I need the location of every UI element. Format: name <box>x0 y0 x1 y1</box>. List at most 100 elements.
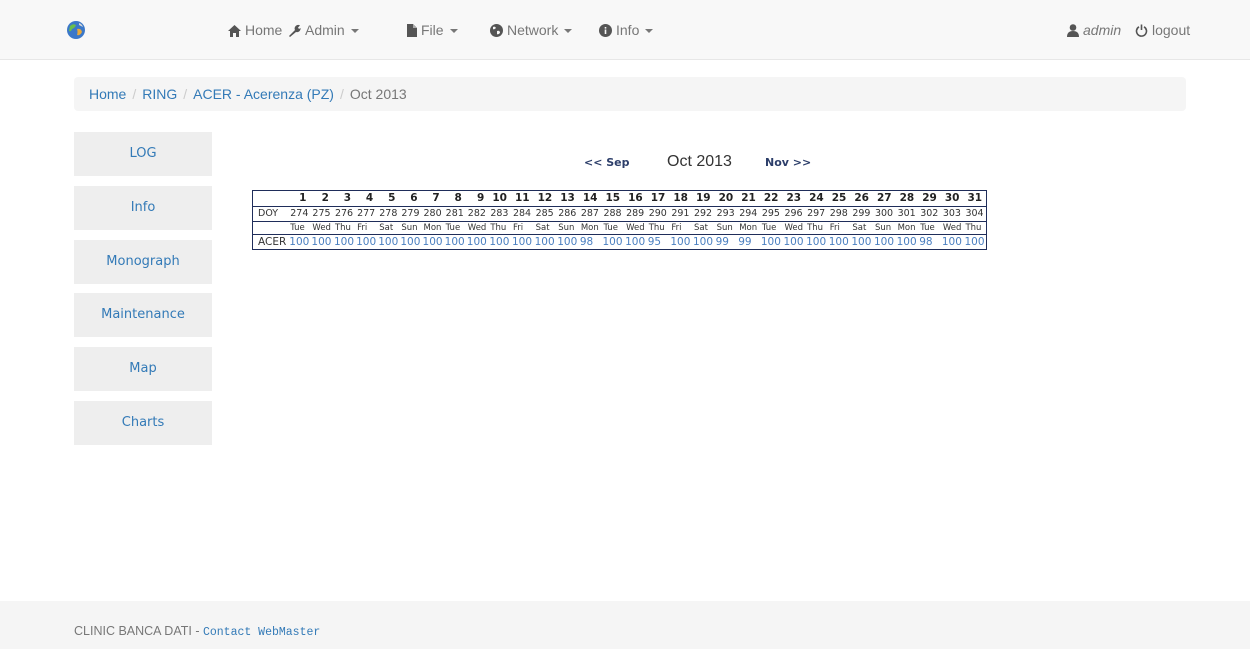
breadcrumb: Home / RING / ACER - Acerenza (PZ) / Oct 2013 <box>74 77 1186 111</box>
availability-cell[interactable]: 100 <box>850 234 873 250</box>
weekday-cell: Sat <box>850 221 873 235</box>
availability-cell[interactable]: 99 <box>714 234 738 250</box>
doy-cell: 298 <box>827 206 851 222</box>
day-cell: 31 <box>967 192 983 204</box>
breadcrumb-current: Oct 2013 <box>349 86 407 102</box>
day-cell: 13 <box>560 192 575 204</box>
logout-label: logout <box>1152 22 1191 38</box>
day-cell: 9 <box>477 192 485 204</box>
file-icon <box>407 24 417 37</box>
breadcrumb-separator: / <box>132 86 137 102</box>
nav-info-dropdown[interactable]: Info <box>599 0 654 60</box>
doy-cell: 281 <box>443 206 466 222</box>
globe-logo-icon[interactable] <box>66 20 86 40</box>
day-cell: 10 <box>492 192 507 204</box>
doy-cell: 299 <box>850 206 873 222</box>
availability-cell[interactable]: 100 <box>963 234 987 250</box>
availability-cell[interactable]: 100 <box>940 234 964 250</box>
nav-home[interactable]: Home <box>228 0 282 60</box>
top-navbar: Home Admin File Network Info admin logou… <box>0 0 1250 60</box>
wrench-icon <box>289 24 301 37</box>
contact-webmaster-link[interactable]: Contact WebMaster <box>203 626 320 639</box>
weekday-cell: Mon <box>421 221 444 235</box>
weekday-cell: Fri <box>355 221 378 235</box>
availability-cell[interactable]: 100 <box>669 234 692 250</box>
day-cell: 2 <box>321 192 329 204</box>
availability-cell[interactable]: 100 <box>827 234 851 250</box>
weekday-cell: Wed <box>310 221 333 235</box>
availability-cell[interactable]: 100 <box>310 234 333 250</box>
availability-cell[interactable]: 100 <box>601 234 625 250</box>
availability-cell[interactable]: 100 <box>288 234 311 250</box>
availability-cell[interactable]: 100 <box>465 234 489 250</box>
doy-cell: 297 <box>805 206 828 222</box>
weekday-cell: Tue <box>288 221 311 235</box>
footer-text: CLINIC BANCA DATI - Contact WebMaster <box>74 624 320 639</box>
availability-cell[interactable]: 98 <box>918 234 941 250</box>
weekday-cell: Fri <box>510 221 534 235</box>
weekday-cell: Wed <box>465 221 489 235</box>
day-cell: 21 <box>741 192 756 204</box>
availability-cell[interactable]: 100 <box>872 234 896 250</box>
availability-cell[interactable]: 100 <box>332 234 356 250</box>
current-month: Oct 2013 <box>667 150 732 172</box>
doy-cell: 292 <box>691 206 715 222</box>
sidebar-item-map[interactable]: Map <box>74 347 212 391</box>
availability-cell[interactable]: 98 <box>578 234 602 250</box>
availability-cell[interactable]: 100 <box>759 234 783 250</box>
breadcrumb-ring[interactable]: RING <box>142 86 177 102</box>
nav-file-dropdown[interactable]: File <box>407 0 458 60</box>
logout-link[interactable]: logout <box>1135 0 1190 60</box>
availability-cell[interactable]: 100 <box>510 234 534 250</box>
next-month-label: Nov >> <box>765 156 812 169</box>
user-menu[interactable]: admin <box>1067 0 1121 60</box>
footer: CLINIC BANCA DATI - Contact WebMaster <box>0 601 1250 649</box>
availability-cell[interactable]: 100 <box>895 234 919 250</box>
availability-calendar-table: 1 2 3 4 5 6 7 8 9 10 11 12 13 14 15 16 17 18 19 20 21 22 23 24 2… <box>252 190 988 250</box>
doy-cell: 283 <box>488 206 511 222</box>
weekday-cell: Thu <box>488 221 511 235</box>
availability-cell[interactable]: 100 <box>782 234 806 250</box>
day-cell: 4 <box>365 192 374 204</box>
availability-cell[interactable]: 100 <box>691 234 715 250</box>
prev-month-link[interactable]: << Sep <box>584 150 630 172</box>
availability-cell[interactable]: 95 <box>646 234 670 250</box>
availability-cell[interactable]: 100 <box>624 234 647 250</box>
day-cell: 3 <box>343 192 352 204</box>
day-cell: 14 <box>582 192 598 204</box>
day-cell: 30 <box>944 192 960 204</box>
weekday-cell: Mon <box>578 221 602 235</box>
day-cell: 15 <box>605 192 621 204</box>
day-cell: 11 <box>514 192 530 204</box>
availability-cell[interactable]: 100 <box>488 234 511 250</box>
sidebar-item-monograph[interactable]: Monograph <box>74 240 212 284</box>
next-month-link[interactable]: Nov >> <box>765 150 811 172</box>
day-cell: 19 <box>695 192 711 204</box>
breadcrumb-station[interactable]: ACER - Acerenza (PZ) <box>193 86 334 102</box>
weekday-cell: Wed <box>624 221 647 235</box>
weekday-cell: Tue <box>443 221 466 235</box>
sidebar-item-log[interactable]: LOG <box>74 132 212 176</box>
sidebar-item-charts[interactable]: Charts <box>74 401 212 445</box>
sidebar-item-info[interactable]: Info <box>74 186 212 230</box>
availability-cell[interactable]: 100 <box>556 234 579 250</box>
availability-cell[interactable]: 100 <box>805 234 828 250</box>
availability-cell[interactable]: 100 <box>421 234 444 250</box>
nav-file-label: File <box>421 22 444 38</box>
breadcrumb-home[interactable]: Home <box>89 86 126 102</box>
station-label: ACER <box>252 234 289 250</box>
availability-cell[interactable]: 100 <box>533 234 557 250</box>
nav-network-dropdown[interactable]: Network <box>490 0 573 60</box>
availability-cell[interactable]: 100 <box>399 234 422 250</box>
weekday-cell: Fri <box>827 221 851 235</box>
doy-cell: 277 <box>355 206 378 222</box>
sidebar-item-maintenance[interactable]: Maintenance <box>74 293 212 337</box>
day-cell: 24 <box>809 192 824 204</box>
availability-cell[interactable]: 100 <box>355 234 378 250</box>
availability-cell[interactable]: 99 <box>737 234 760 250</box>
user-icon <box>1067 24 1079 37</box>
nav-admin-dropdown[interactable]: Admin <box>288 0 359 60</box>
availability-cell[interactable]: 100 <box>443 234 466 250</box>
availability-cell[interactable]: 100 <box>377 234 400 250</box>
doy-cell: 293 <box>714 206 738 222</box>
